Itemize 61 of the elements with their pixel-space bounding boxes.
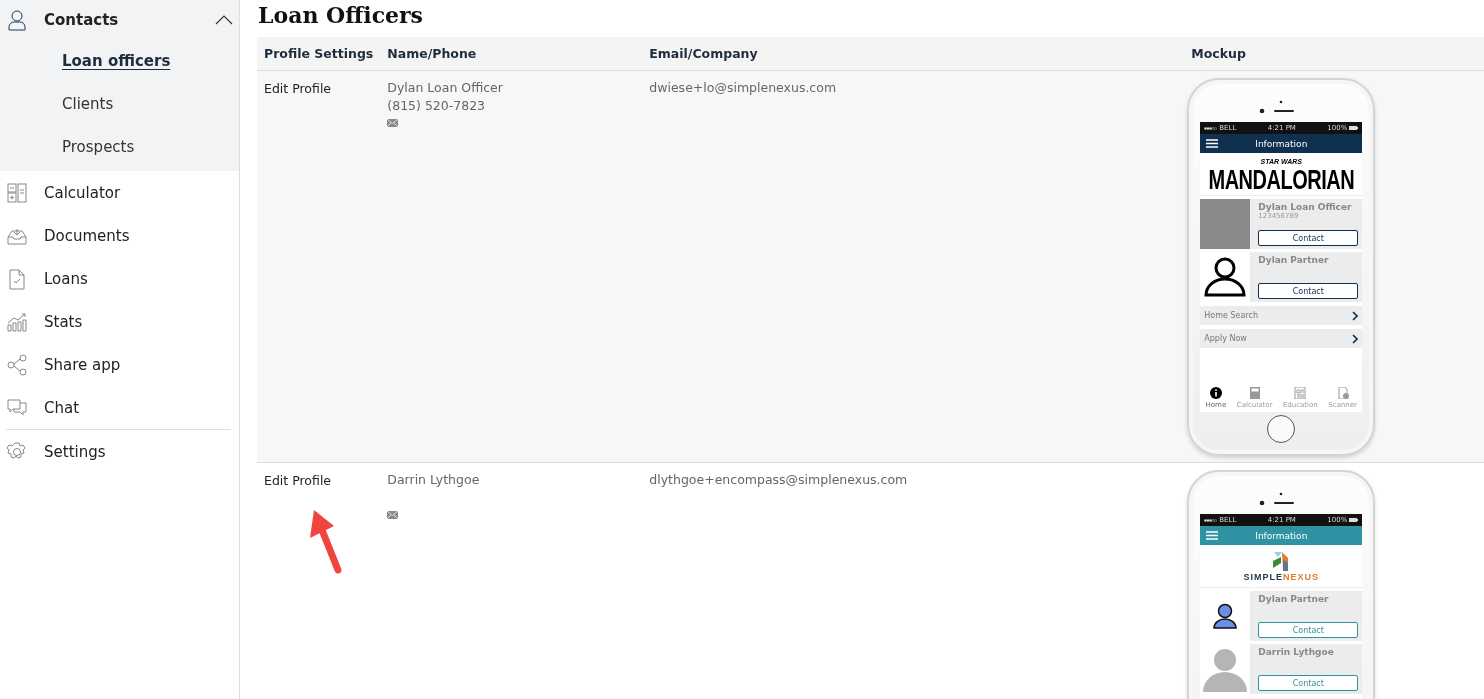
nav-icon	[6, 353, 28, 376]
column-header: Email/Company	[642, 37, 1185, 71]
menu-icon[interactable]	[1206, 139, 1219, 148]
signal-icon	[1204, 518, 1218, 522]
sidebar-subitem[interactable]: Loan officers	[0, 40, 239, 83]
nav-icon	[6, 267, 28, 290]
logo-wordmark: MANDALORIAN	[1208, 166, 1355, 194]
column-header: Mockup	[1184, 37, 1484, 71]
logo-wordmark: SIMPLENEXUS	[1243, 572, 1320, 582]
battery-icon	[1349, 126, 1359, 130]
sidebar-item[interactable]: Loans	[0, 257, 239, 300]
tab-icon	[1336, 387, 1349, 399]
sidebar-subitem[interactable]: Clients	[0, 83, 239, 126]
column-header: Name/Phone	[380, 37, 643, 71]
sidebar-item[interactable]: Share app	[0, 343, 239, 386]
officer-phone: (815) 520-7823	[387, 97, 487, 115]
sidebar-item[interactable]: Contacts	[0, 0, 239, 40]
menu-link[interactable]: Apply Now	[1200, 329, 1363, 348]
nav-icon	[6, 181, 28, 204]
tab-icon	[1209, 387, 1222, 399]
tab-icon	[1248, 387, 1261, 399]
mail-icon[interactable]	[387, 511, 399, 519]
home-button-icon	[1266, 414, 1297, 444]
chevron-right-icon	[1352, 333, 1359, 344]
photo-placeholder	[1200, 199, 1251, 249]
edit-profile-link[interactable]: Edit Profile	[264, 473, 332, 488]
contact-name: Dylan Loan Officer	[1258, 202, 1353, 212]
contact-button[interactable]: Contact	[1258, 283, 1359, 299]
battery-icon	[1349, 518, 1359, 522]
sidebar-item[interactable]: Calculator	[0, 171, 239, 214]
edit-profile-link[interactable]: Edit Profile	[264, 81, 332, 96]
chevron-up-icon[interactable]	[215, 15, 233, 25]
contact-name: Dylan Partner	[1258, 255, 1330, 265]
sidebar-item[interactable]: Documents	[0, 214, 239, 257]
column-header: Profile Settings	[257, 37, 381, 71]
contact-button[interactable]: Contact	[1258, 230, 1359, 246]
signal-icon	[1204, 126, 1218, 130]
chevron-right-icon	[1352, 310, 1359, 321]
app-header: Information	[1200, 526, 1363, 545]
contact-name: Dylan Partner	[1258, 594, 1330, 604]
person-outline-icon	[1203, 257, 1248, 297]
page-title: Loan Officers	[258, 2, 424, 28]
mail-icon[interactable]	[387, 119, 399, 127]
nav-icon	[6, 310, 28, 333]
sidebar-item[interactable]: Chat	[0, 386, 239, 429]
officer-name: Darrin Lythgoe	[387, 471, 481, 489]
sidebar-item[interactable]: Stats	[0, 300, 239, 343]
officer-email: dwiese+lo@simplenexus.com	[649, 79, 838, 97]
nav-icon	[6, 9, 28, 31]
contact-button[interactable]: Contact	[1258, 675, 1359, 691]
contact-button[interactable]: Contact	[1258, 622, 1359, 638]
app-header: Information	[1200, 134, 1363, 153]
tab-icon	[1294, 387, 1307, 399]
officer-email: dlythgoe+encompass@simplenexus.com	[649, 471, 909, 489]
officer-name: Dylan Loan Officer	[387, 79, 504, 97]
person-silhouette-icon	[1201, 646, 1250, 692]
contact-name: Darrin Lythgoe	[1258, 647, 1335, 657]
sidebar-subitem[interactable]: Prospects	[0, 126, 239, 169]
sidebar-item[interactable]: Settings	[0, 430, 239, 473]
person-icon	[1212, 603, 1239, 629]
menu-link[interactable]: Home Search	[1200, 306, 1363, 325]
